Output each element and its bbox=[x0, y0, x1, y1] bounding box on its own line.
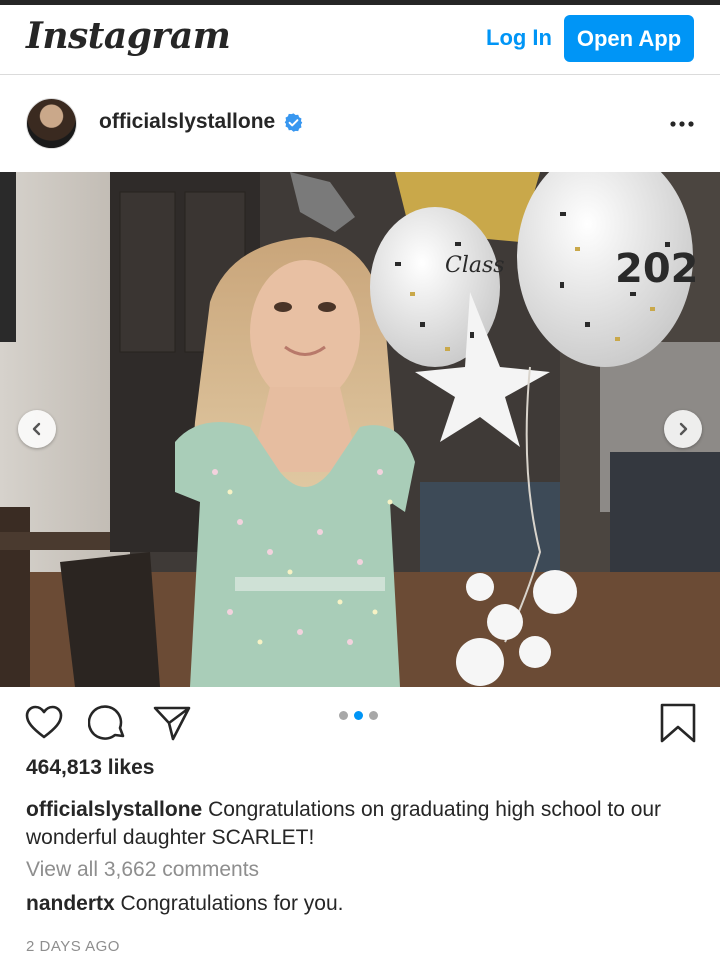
balloon-text-class: Class bbox=[445, 253, 505, 278]
post-caption: officialslystallone Congratulations on g… bbox=[26, 796, 686, 852]
previous-photo-button[interactable] bbox=[18, 410, 56, 448]
share-icon[interactable] bbox=[152, 703, 192, 743]
post-actions bbox=[0, 700, 720, 748]
likes-count[interactable]: 464,813 likes bbox=[26, 756, 154, 780]
view-all-comments-link[interactable]: View all 3,662 comments bbox=[26, 858, 259, 882]
comment: nandertx Congratulations for you. bbox=[26, 892, 344, 916]
top-bar: Instagram Log In Open App bbox=[0, 5, 720, 75]
comment-text: Congratulations for you. bbox=[120, 892, 344, 915]
bookmark-icon[interactable] bbox=[658, 703, 698, 743]
chevron-left-icon bbox=[32, 422, 41, 436]
comment-username[interactable]: nandertx bbox=[26, 892, 115, 915]
post-header: officialslystallone bbox=[0, 76, 720, 172]
open-app-button[interactable]: Open App bbox=[564, 15, 694, 62]
comment-icon[interactable] bbox=[88, 703, 128, 743]
caption-username[interactable]: officialslystallone bbox=[26, 798, 202, 821]
chevron-right-icon bbox=[679, 422, 688, 436]
carousel-indicator bbox=[339, 711, 378, 720]
login-link[interactable]: Log In bbox=[486, 25, 552, 51]
heart-icon[interactable] bbox=[24, 703, 64, 743]
post-timestamp[interactable]: 2 DAYS AGO bbox=[26, 938, 120, 955]
carousel-dot-active bbox=[354, 711, 363, 720]
instagram-logo[interactable]: Instagram bbox=[26, 15, 231, 57]
carousel-dot bbox=[339, 711, 348, 720]
next-photo-button[interactable] bbox=[664, 410, 702, 448]
verified-badge-icon bbox=[284, 113, 303, 132]
avatar[interactable] bbox=[26, 98, 77, 149]
photo-scene: Class 202 bbox=[0, 172, 720, 687]
balloon-text-year: 202 bbox=[615, 246, 699, 292]
more-options-icon[interactable] bbox=[668, 114, 696, 134]
carousel-dot bbox=[369, 711, 378, 720]
post-photo[interactable]: Class 202 bbox=[0, 172, 720, 687]
post-username[interactable]: officialslystallone bbox=[99, 110, 275, 134]
